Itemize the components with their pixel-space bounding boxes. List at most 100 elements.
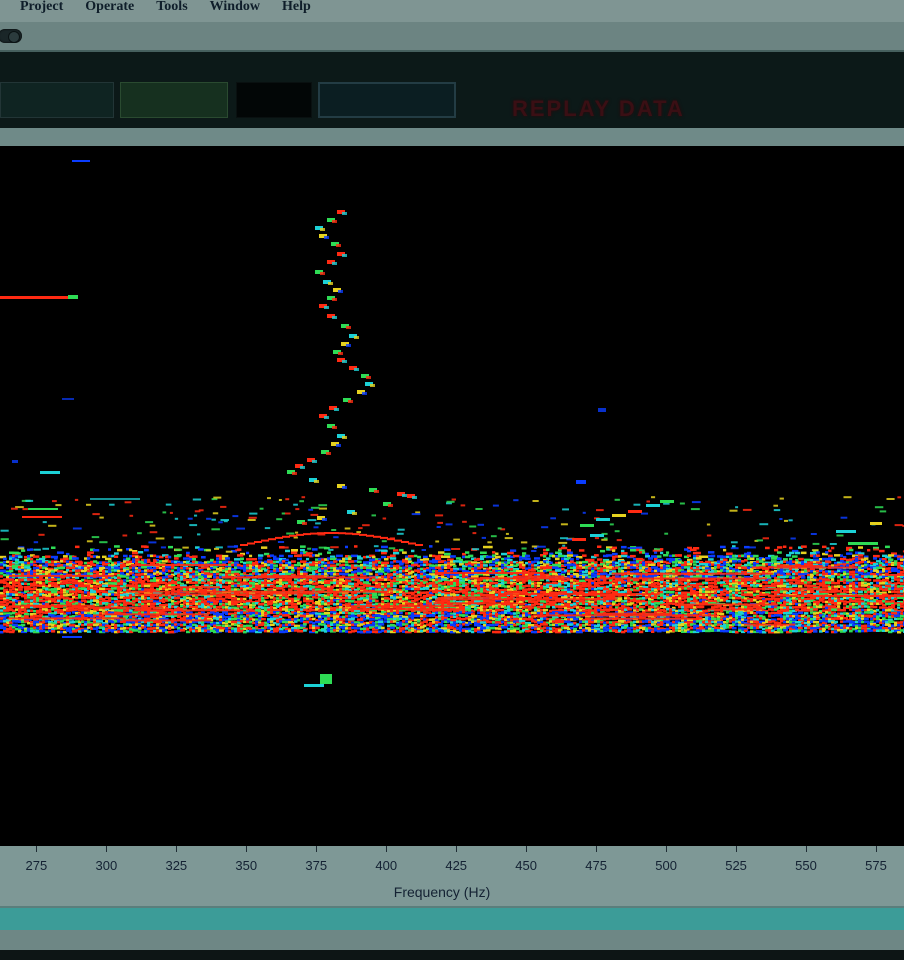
spectrogram-cell [372, 555, 376, 559]
spectrogram-cell [642, 599, 646, 603]
spectrogram-cell [561, 546, 568, 550]
spectrogram-cell [897, 581, 901, 585]
spectrogram-cell [480, 566, 484, 569]
spectrogram-cell [801, 596, 805, 600]
spectrogram-cell [441, 575, 445, 579]
spectrogram-cell [522, 581, 526, 584]
spectrogram-plot [0, 146, 904, 846]
spectrogram-cell [54, 557, 58, 560]
spectrogram-cell [213, 573, 217, 576]
spectrogram-cell [885, 545, 890, 549]
spectrogram-cell [801, 551, 807, 555]
spectrogram-cell [606, 554, 613, 557]
spectrogram-cell [243, 561, 247, 565]
control-button-2[interactable] [120, 82, 228, 118]
spectrogram-cell [33, 555, 40, 558]
spectrogram-cell [378, 578, 382, 581]
spectrogram-cell [834, 587, 839, 591]
spectrogram-cell [132, 567, 136, 570]
spectrogram-cell [744, 555, 748, 558]
spectrogram-cell [816, 561, 820, 564]
spectrogram-cell [348, 579, 352, 583]
spectrogram-cell [600, 549, 606, 553]
run-toggle-icon[interactable] [0, 29, 22, 43]
spectrogram-cell [648, 557, 654, 560]
menu-window[interactable]: Window [210, 0, 260, 15]
control-button-4[interactable] [318, 82, 456, 118]
spectrogram-cell [66, 569, 70, 572]
spectrogram-cell [180, 575, 184, 579]
spectrogram-cell [696, 557, 702, 560]
spectrogram-cell [798, 579, 802, 583]
spectrogram-cell [0, 597, 4, 600]
spectrogram-cell [261, 546, 268, 549]
spectrogram-cell [369, 558, 376, 562]
spectrogram-cell [753, 554, 759, 558]
control-button-1[interactable] [0, 82, 114, 118]
spectrogram-cell [312, 596, 316, 599]
spectrogram-cell [393, 549, 399, 552]
spectrogram-cell [894, 560, 898, 563]
spectrogram-cell [555, 557, 560, 561]
spectrogram-cell [534, 585, 537, 588]
spectrogram-cell [837, 602, 842, 605]
spectrogram-cell [207, 575, 212, 578]
spectrogram-cell [582, 554, 587, 557]
menu-help[interactable]: Help [282, 0, 311, 15]
spectrogram-cell [612, 602, 616, 606]
spectrogram-cell [438, 584, 442, 587]
spectrogram-cell [297, 557, 302, 561]
spectrogram-cell [546, 548, 550, 551]
spectrogram-cell [687, 554, 691, 557]
spectrogram-cell [381, 545, 388, 549]
spectrogram-cell [381, 587, 385, 591]
spectrogram-cell [603, 560, 607, 563]
menu-operate[interactable]: Operate [85, 0, 134, 15]
spectrogram-cell [441, 555, 448, 558]
spectrogram-cell [621, 587, 625, 590]
spectrogram-cell [18, 585, 24, 589]
spectrogram-cell [678, 554, 682, 557]
spectrogram-cell [597, 558, 603, 561]
spectrogram-cell [840, 557, 847, 561]
spectrogram-cell [495, 593, 499, 597]
spectrogram-cell [72, 582, 79, 585]
spectrogram-cell [423, 555, 428, 559]
spectrogram-cell [795, 551, 801, 555]
spectrogram-cell [645, 569, 652, 572]
spectrogram-cell [312, 578, 318, 581]
spectrogram-cell [126, 557, 131, 560]
spectrogram-cell [480, 551, 487, 554]
spectrogram-cell [21, 563, 25, 566]
spectrogram-cell [735, 563, 739, 567]
menu-tools[interactable]: Tools [156, 0, 187, 15]
spectrogram-cell [765, 581, 769, 584]
spectrogram-cell [786, 554, 792, 557]
spectrogram-cell [351, 554, 358, 558]
spectrogram-cell [612, 549, 616, 552]
spectrogram-cell [291, 599, 295, 603]
spectrogram-cell [435, 557, 442, 560]
spectrogram-cell [753, 599, 757, 602]
spectrogram-cell [747, 557, 751, 561]
spectrogram-cell [516, 579, 520, 582]
control-button-3[interactable] [236, 82, 312, 118]
spectrogram-cell [630, 554, 636, 558]
spectrogram-cell [888, 570, 892, 573]
spectrogram-cell [393, 582, 397, 585]
spectrogram-cell [132, 597, 136, 600]
spectrogram-cell [342, 572, 346, 576]
spectrogram-cell [306, 594, 310, 598]
spectrogram-cell [732, 560, 738, 563]
spectrogram-cell [864, 557, 869, 560]
spectrogram-cell [162, 560, 168, 563]
spectrogram-cell [339, 596, 343, 599]
menu-project[interactable]: Project [20, 0, 63, 15]
spectrogram-cell [60, 591, 64, 594]
spectrogram-cell [390, 554, 396, 557]
spectrogram-cell [264, 596, 269, 599]
spectrogram-cell [522, 552, 527, 555]
spectrogram-cell [549, 561, 553, 564]
spectrogram-cell [189, 605, 192, 609]
spectrogram-cell [339, 560, 346, 563]
